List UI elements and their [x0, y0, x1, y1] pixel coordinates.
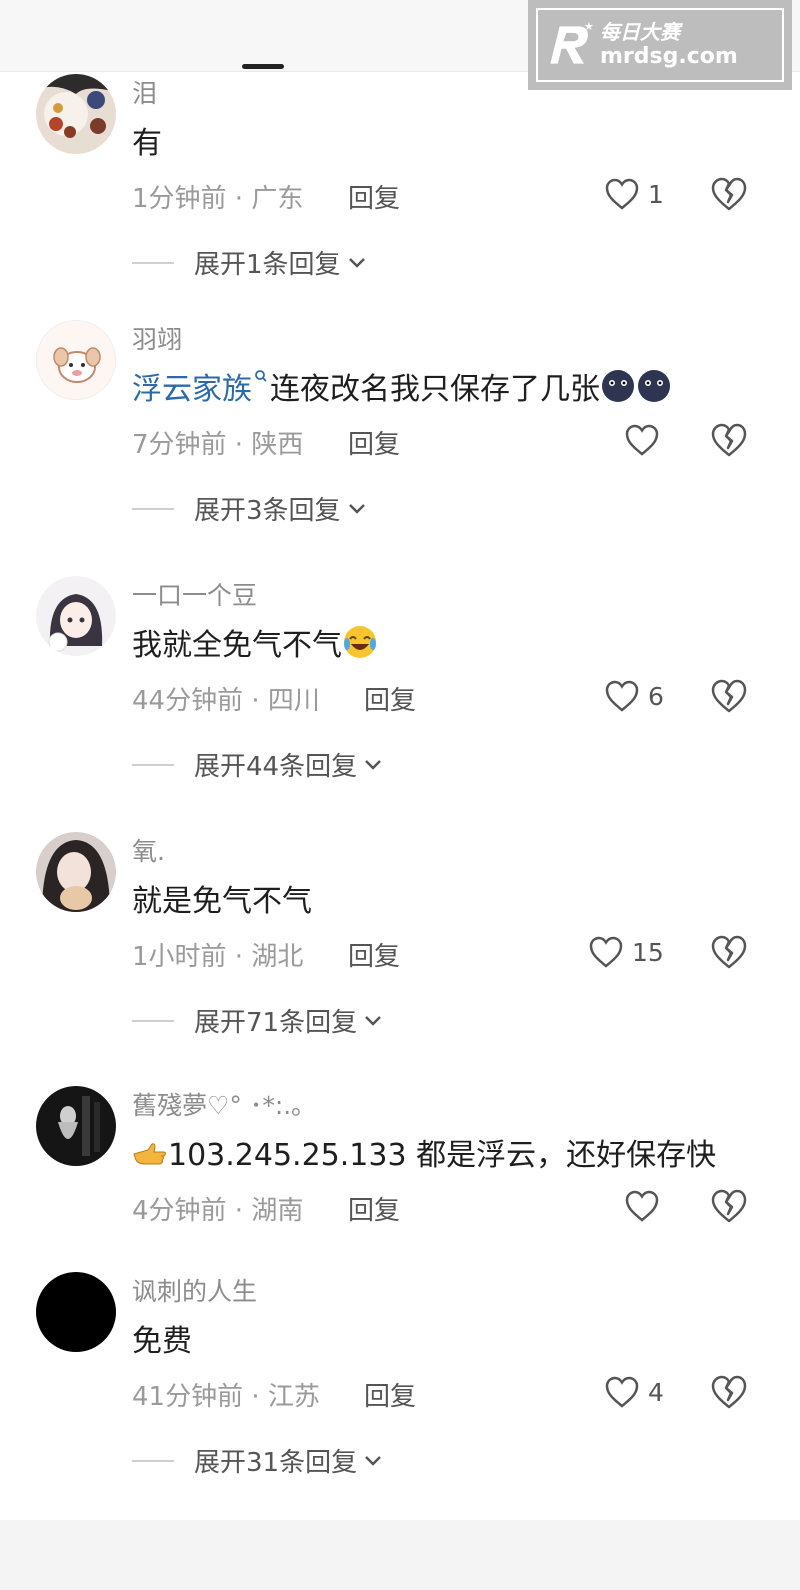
like-button[interactable]: 1 — [604, 174, 664, 214]
watermark-url: mrdsg.com — [600, 43, 738, 69]
chevron-down-icon — [348, 257, 365, 268]
heart-icon — [625, 424, 659, 456]
avatar[interactable] — [36, 1272, 116, 1352]
avatar[interactable] — [36, 1086, 116, 1166]
heart-icon — [589, 936, 623, 968]
comment-text: 就是免气不气 — [132, 884, 312, 919]
commenter-name[interactable]: 泪 — [132, 74, 157, 110]
like-count: 15 — [632, 937, 664, 967]
chevron-down-icon — [365, 759, 381, 770]
reply-button[interactable]: 回复 — [364, 680, 416, 717]
comment-time-location: 41分钟前 · 江苏 — [132, 1382, 320, 1412]
chevron-down-icon — [365, 1015, 381, 1026]
expand-replies[interactable]: 展开44条回复 — [132, 746, 385, 783]
expand-replies[interactable]: 展开1条回复 — [132, 244, 369, 281]
commenter-name[interactable]: 氧. — [132, 832, 165, 868]
bottom-bar — [0, 1520, 800, 1590]
crying-laughing-emoji-icon — [344, 626, 376, 658]
like-count: 1 — [648, 179, 664, 209]
heart-icon — [625, 1190, 659, 1222]
comment-time-location: 4分钟前 · 湖南 — [132, 1196, 304, 1226]
reply-button[interactable]: 回复 — [348, 424, 400, 461]
broken-heart-icon[interactable] — [710, 422, 748, 458]
avatar[interactable] — [36, 74, 116, 154]
like-count: 4 — [648, 1377, 664, 1407]
commenter-name[interactable]: 一口一个豆 — [132, 576, 257, 612]
like-count: 6 — [648, 681, 664, 711]
tab-indicator — [242, 64, 284, 69]
mention-link[interactable]: 浮云家族 — [132, 364, 252, 408]
avatar[interactable] — [36, 832, 116, 912]
broken-heart-icon[interactable] — [710, 678, 748, 714]
heart-icon — [605, 680, 639, 712]
broken-heart-icon[interactable] — [710, 176, 748, 212]
expand-replies[interactable]: 展开3条回复 — [132, 490, 369, 527]
comment-time-location: 44分钟前 · 四川 — [132, 686, 320, 716]
watermark-logo-icon: ★ — [538, 13, 600, 77]
heart-icon — [605, 1376, 639, 1408]
emoji-icon — [638, 370, 670, 402]
like-button[interactable]: 6 — [604, 676, 664, 716]
reply-button[interactable]: 回复 — [364, 1376, 416, 1413]
like-button[interactable]: 4 — [604, 1372, 664, 1412]
avatar[interactable] — [36, 320, 116, 400]
like-button[interactable]: 15 — [588, 932, 664, 972]
commenter-name[interactable]: 舊殘夢♡° ･*:.｡ — [132, 1086, 304, 1122]
comment-text: 免费 — [132, 1324, 192, 1359]
reply-button[interactable]: 回复 — [348, 178, 400, 215]
watermark-brand: 每日大赛 — [600, 19, 680, 44]
svg-text:★: ★ — [584, 20, 594, 33]
comment-time-location: 7分钟前 · 陕西 — [132, 430, 304, 460]
comment-text: 有 — [132, 126, 162, 161]
heart-icon — [605, 178, 639, 210]
reply-button[interactable]: 回复 — [348, 936, 400, 973]
chevron-down-icon — [365, 1455, 381, 1466]
comment-time-location: 1分钟前 · 广东 — [132, 184, 304, 214]
expand-replies[interactable]: 展开31条回复 — [132, 1442, 385, 1479]
expand-replies[interactable]: 展开71条回复 — [132, 1002, 385, 1039]
comment-text: 浮云家族 连夜改名我只保存了几张 — [132, 364, 672, 408]
search-icon — [255, 370, 267, 382]
like-button[interactable] — [624, 420, 660, 460]
chevron-down-icon — [348, 503, 365, 514]
pointing-hand-icon — [133, 1143, 166, 1165]
reply-button[interactable]: 回复 — [348, 1190, 400, 1227]
broken-heart-icon[interactable] — [710, 934, 748, 970]
like-button[interactable] — [624, 1186, 660, 1226]
comment-text: 我就全免气不气 — [132, 620, 378, 664]
watermark-frame: ★ 每日大赛 mrdsg.com — [536, 8, 784, 82]
emoji-icon — [602, 370, 634, 402]
watermark: ★ 每日大赛 mrdsg.com — [528, 0, 792, 90]
commenter-name[interactable]: 讽刺的人生 — [132, 1272, 257, 1308]
commenter-name[interactable]: 羽翊 — [132, 320, 182, 356]
avatar[interactable] — [36, 576, 116, 656]
broken-heart-icon[interactable] — [710, 1188, 748, 1224]
broken-heart-icon[interactable] — [710, 1374, 748, 1410]
comment-text: 103.245.25.133 都是浮云，还好保存快 — [132, 1130, 716, 1174]
comment-time-location: 1小时前 · 湖北 — [132, 942, 304, 972]
